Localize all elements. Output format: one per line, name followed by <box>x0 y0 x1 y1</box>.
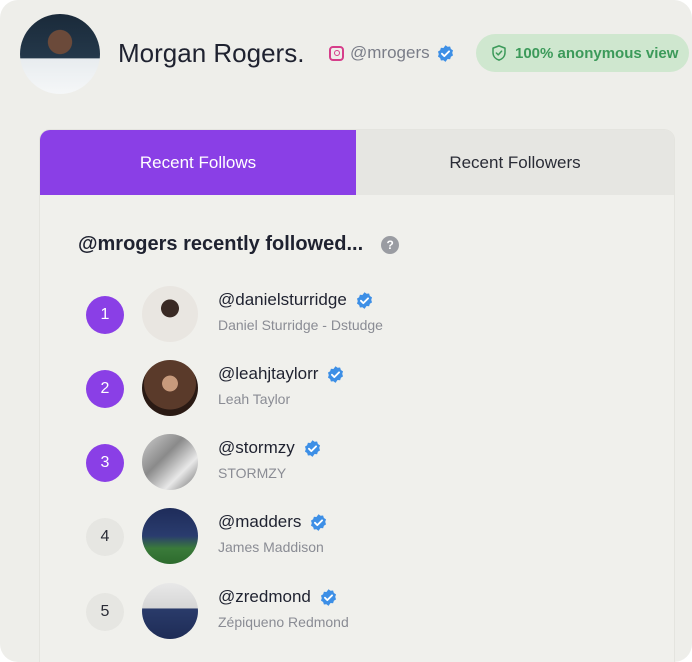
rank-badge: 2 <box>86 370 124 408</box>
verified-badge-icon <box>304 439 320 457</box>
follows-card: Recent Follows Recent Followers @mrogers… <box>40 130 674 662</box>
tab-recent-followers[interactable]: Recent Followers <box>356 130 674 195</box>
account-avatar <box>142 434 198 490</box>
account-avatar <box>142 286 198 342</box>
account-handle-group: @stormzy <box>218 438 322 458</box>
tab-recent-follows[interactable]: Recent Follows <box>40 130 356 195</box>
account-handle[interactable]: @zredmond <box>218 587 311 607</box>
follow-row[interactable]: 5 @zredmond Zépiqueno Redmond <box>86 583 646 643</box>
anonymous-view-badge: 100% anonymous view <box>476 34 689 72</box>
account-avatar <box>142 360 198 416</box>
account-display-name: Zépiqueno Redmond <box>218 614 349 630</box>
account-avatar <box>142 508 198 564</box>
tab-bar: Recent Follows Recent Followers <box>40 130 674 195</box>
profile-handle-group: @mrogers <box>329 43 455 63</box>
verified-badge-icon <box>320 588 336 606</box>
verified-badge-icon <box>311 513 327 531</box>
account-handle-group: @madders <box>218 512 328 532</box>
rank-badge: 4 <box>86 518 124 556</box>
verified-badge-icon <box>356 291 372 309</box>
help-icon[interactable]: ? <box>381 235 400 254</box>
rank-badge: 3 <box>86 444 124 482</box>
section-title: @mrogers recently followed... <box>78 233 364 255</box>
shield-check-icon <box>492 45 506 61</box>
anonymous-view-label: 100% anonymous view <box>515 44 679 62</box>
verified-badge-icon <box>437 44 453 62</box>
account-display-name: STORMZY <box>218 465 287 481</box>
account-handle-group: @zredmond <box>218 587 338 607</box>
follow-row[interactable]: 3 @stormzy STORMZY <box>86 434 646 494</box>
account-display-name: James Maddison <box>218 539 324 555</box>
profile-avatar <box>20 14 100 94</box>
account-handle-group: @leahjtaylorr <box>218 364 345 384</box>
account-handle[interactable]: @madders <box>218 512 301 532</box>
account-avatar <box>142 583 198 639</box>
app-frame: Morgan Rogers. @mrogers 100% anonymous v… <box>0 0 692 662</box>
rank-badge: 1 <box>86 296 124 334</box>
follow-row[interactable]: 2 @leahjtaylorr Leah Taylor <box>86 360 646 420</box>
section-heading: @mrogers recently followed... ? <box>78 233 400 256</box>
account-handle[interactable]: @stormzy <box>218 438 295 458</box>
rank-badge: 5 <box>86 593 124 631</box>
account-display-name: Leah Taylor <box>218 391 291 407</box>
profile-handle: @mrogers <box>350 43 430 62</box>
account-handle[interactable]: @danielsturridge <box>218 290 347 310</box>
account-display-name: Daniel Sturridge - Dstudge <box>218 317 383 333</box>
account-handle[interactable]: @leahjtaylorr <box>218 364 318 384</box>
verified-badge-icon <box>328 365 344 383</box>
account-handle-group: @danielsturridge <box>218 290 374 310</box>
instagram-icon <box>329 45 344 61</box>
follow-row[interactable]: 4 @madders James Maddison <box>86 508 646 568</box>
profile-name: Morgan Rogers. <box>118 38 305 68</box>
follow-row[interactable]: 1 @danielsturridge Daniel Sturridge - Ds… <box>86 286 646 346</box>
